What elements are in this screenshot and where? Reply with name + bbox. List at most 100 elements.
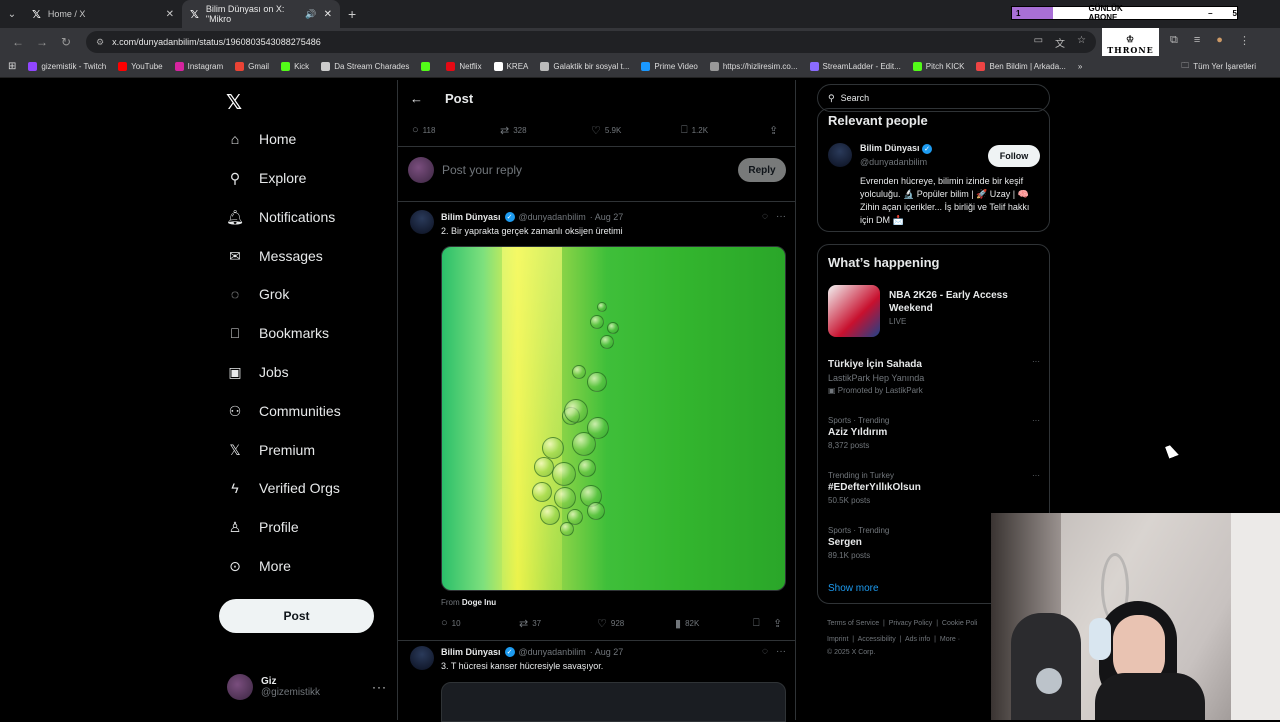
grok-icon[interactable]: ◌	[762, 211, 768, 222]
repost-count[interactable]: ⇄ 328	[500, 124, 527, 137]
grok-icon[interactable]: ◌	[762, 646, 768, 657]
nav-home[interactable]: ⌂ Home	[227, 124, 297, 154]
footer-link[interactable]: Privacy Policy	[889, 620, 933, 627]
bookmark-item[interactable]: YouTube	[118, 62, 163, 71]
repost-action[interactable]: ⇄ 37	[519, 617, 541, 630]
back-arrow-icon[interactable]: ←	[410, 91, 423, 106]
bookmark-item[interactable]: StreamLadder - Edit...	[809, 62, 901, 71]
trend-item[interactable]: Sports · Trending Aziz Yıldırım 8,372 po…	[828, 416, 1040, 450]
nav-messages[interactable]: ✉ Messages	[227, 241, 323, 271]
nav-grok[interactable]: ◌ Grok	[227, 279, 290, 309]
menu-icon[interactable]: ⋮	[1239, 34, 1250, 47]
media-icon[interactable]: ≡	[1194, 34, 1200, 47]
translate-icon[interactable]: 文	[1055, 35, 1065, 50]
follow-button[interactable]: Follow	[988, 145, 1040, 167]
share-icon[interactable]: ⇪	[769, 124, 778, 137]
bookmark-item[interactable]	[421, 62, 434, 71]
tweet-video[interactable]	[441, 682, 786, 722]
trend-item[interactable]: Trending in Turkey #EDefterYıllıkOlsun 5…	[828, 471, 1040, 505]
more-icon[interactable]: ···	[776, 646, 786, 657]
author-handle[interactable]: @dunyadanbilim	[519, 212, 586, 222]
person-names[interactable]: Bilim Dünyası ✓ @dunyadanbilim	[860, 143, 933, 167]
bookmark-item[interactable]: https://hizliresim.co...	[709, 62, 798, 71]
nav-communities[interactable]: ⚇ Communities	[227, 396, 341, 426]
nav-verified-orgs[interactable]: ϟ Verified Orgs	[227, 473, 340, 503]
bookmark-item[interactable]: gizemistik - Twitch	[28, 62, 106, 71]
more-icon[interactable]: ···	[1032, 416, 1040, 425]
x-logo-icon[interactable]: 𝕏	[226, 90, 242, 115]
nav-bookmarks[interactable]: ⎕ Bookmarks	[227, 318, 329, 348]
more-icon[interactable]: ···	[372, 680, 387, 694]
tab-home[interactable]: 𝕏 Home / X ✕	[24, 0, 182, 28]
bookmark-item[interactable]: KREA	[493, 62, 528, 71]
bookmark-icon[interactable]: ⎕	[753, 617, 760, 630]
site-info-icon[interactable]: ⚙	[96, 37, 104, 48]
bookmark-item[interactable]: Instagram	[174, 62, 223, 71]
url-bar[interactable]: ⚙ x.com/dunyadanbilim/status/19608035430…	[86, 31, 1096, 53]
show-more-link[interactable]: Show more	[828, 583, 879, 594]
all-bookmarks[interactable]: 🗀 Tüm Yer İşaretleri	[1181, 60, 1268, 74]
speaker-icon[interactable]: 🔊	[305, 9, 316, 20]
more-icon[interactable]: ···	[776, 211, 786, 222]
source-name[interactable]: Doge Inu	[462, 598, 496, 607]
profile-avatar-icon[interactable]: ●	[1216, 34, 1223, 47]
new-tab-button[interactable]: +	[348, 6, 356, 22]
nav-profile[interactable]: ♙ Profile	[227, 512, 299, 542]
tweet-date[interactable]: · Aug 27	[590, 647, 624, 657]
avatar[interactable]	[410, 210, 434, 234]
bookmark-item[interactable]: Pitch KICK	[912, 62, 964, 71]
extensions-icon[interactable]: ⧉	[1170, 34, 1178, 47]
avatar[interactable]	[410, 646, 434, 670]
trend-item[interactable]: Türkiye İçin Sahada LastikPark Hep Yanın…	[828, 357, 1040, 395]
nav-notifications[interactable]: 🔔︎ Notifications	[226, 202, 335, 232]
tweet-video[interactable]	[441, 246, 786, 591]
more-icon[interactable]: ···	[1032, 471, 1040, 480]
footer-link[interactable]: Cookie Poli	[942, 620, 977, 627]
close-tab-icon[interactable]: ✕	[324, 9, 332, 20]
footer-link[interactable]: More ·	[940, 636, 960, 643]
reply-action[interactable]: ○ 10	[441, 617, 461, 629]
forward-icon[interactable]: →	[30, 35, 54, 49]
reply-button[interactable]: Reply	[738, 158, 786, 182]
account-switcher[interactable]: Giz @gizemistikk ···	[227, 674, 387, 700]
close-tab-icon[interactable]: ✕	[166, 9, 174, 20]
like-count[interactable]: ♡ 5.9K	[591, 124, 621, 137]
bookmarks-overflow[interactable]: »	[1078, 62, 1082, 71]
bookmark-count[interactable]: ⎕ 1.2K	[681, 124, 708, 137]
author-name[interactable]: Bilim Dünyası	[441, 212, 501, 222]
featured-trend[interactable]: NBA 2K26 - Early Access Weekend LIVE	[889, 289, 1039, 328]
post-button[interactable]: Post	[219, 599, 374, 633]
reply-input[interactable]: Post your reply	[442, 163, 522, 177]
like-action[interactable]: ♡ 928	[597, 617, 624, 630]
apps-icon[interactable]: ⊞	[8, 61, 16, 72]
tab-post[interactable]: 𝕏 Bilim Dünyası on X: "Mikro 🔊 ✕	[182, 0, 340, 28]
author-name[interactable]: Bilim Dünyası	[441, 647, 501, 657]
footer-link[interactable]: Imprint	[827, 636, 848, 643]
tab-search-icon[interactable]: ⌄	[0, 0, 24, 28]
trend-thumbnail[interactable]	[828, 285, 880, 337]
bookmark-item[interactable]: Ben Bildim | Arkada...	[976, 62, 1066, 71]
nav-premium[interactable]: 𝕏 Premium	[227, 435, 315, 465]
nav-more[interactable]: ⊙ More	[227, 551, 291, 581]
reply-count[interactable]: ○ 118	[412, 124, 435, 136]
avatar[interactable]	[828, 143, 852, 167]
footer-link[interactable]: Accessibility	[858, 636, 896, 643]
footer-link[interactable]: Terms of Service	[827, 620, 879, 627]
more-icon[interactable]: ···	[1032, 357, 1040, 366]
author-handle[interactable]: @dunyadanbilim	[519, 647, 586, 657]
bookmark-item[interactable]: Gmail	[235, 62, 269, 71]
cast-icon[interactable]: ▭	[1034, 35, 1043, 50]
bookmark-item[interactable]: Galaktik bir sosyal t...	[540, 62, 629, 71]
footer-link[interactable]: Ads info	[905, 636, 930, 643]
nav-explore[interactable]: ⚲ Explore	[227, 163, 307, 193]
nav-jobs[interactable]: ▣ Jobs	[227, 357, 288, 387]
back-icon[interactable]: ←	[6, 35, 30, 49]
tweet-date[interactable]: · Aug 27	[590, 212, 624, 222]
share-icon[interactable]: ⇪	[773, 617, 782, 630]
bookmark-item[interactable]: Prime Video	[641, 62, 698, 71]
reload-icon[interactable]: ↻	[54, 35, 78, 49]
bookmark-item[interactable]: Da Stream Charades	[321, 62, 409, 71]
bookmark-item[interactable]: Netflix	[446, 62, 482, 71]
bookmark-item[interactable]: Kick	[281, 62, 309, 71]
bookmark-star-icon[interactable]: ☆	[1077, 35, 1086, 50]
